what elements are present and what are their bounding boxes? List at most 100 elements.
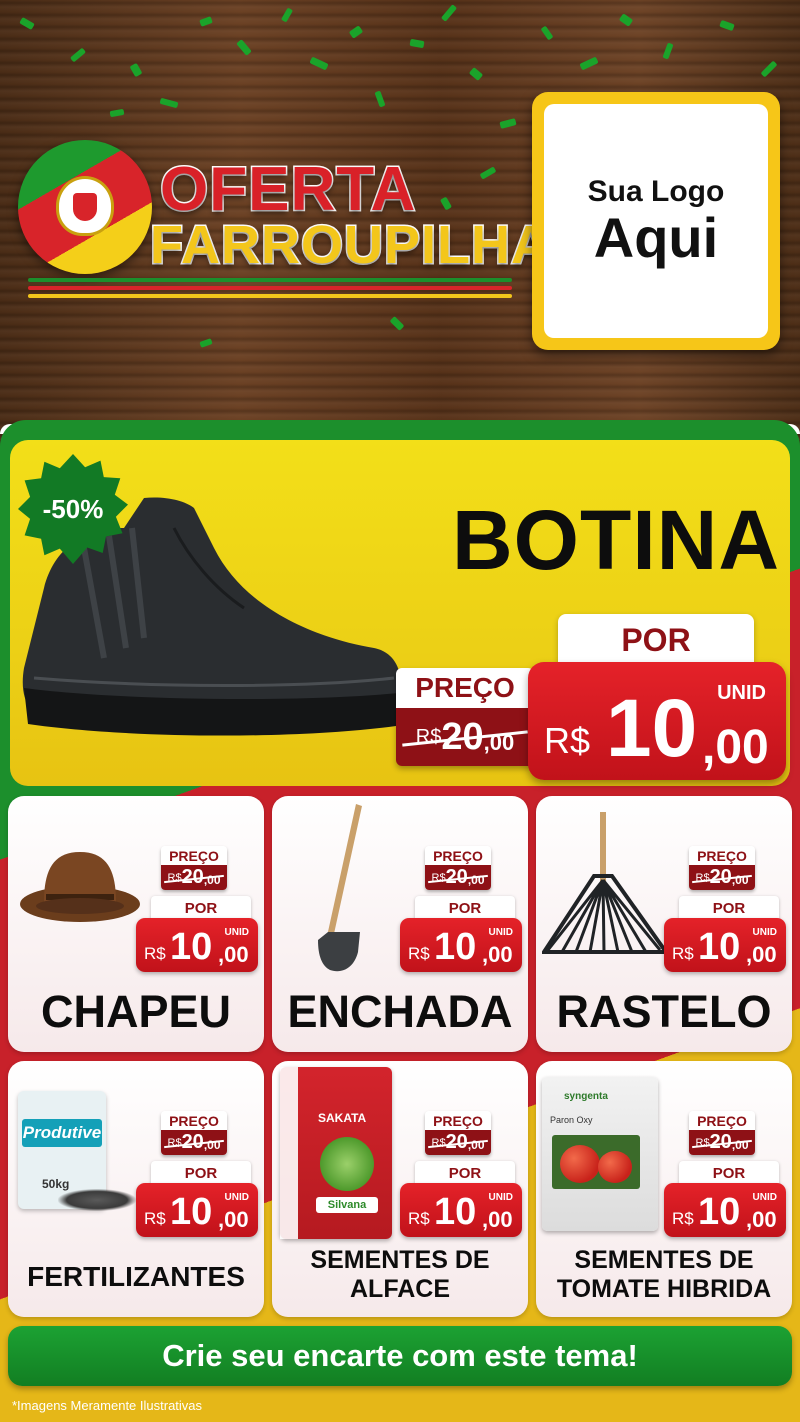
product-card-rastelo[interactable]: PREÇO R$ 20 ,00 POR UNID R$ 10 ,00 RASTE… bbox=[536, 796, 792, 1052]
coat-of-arms-icon bbox=[56, 176, 114, 236]
price-int: 10 bbox=[170, 926, 213, 968]
hero-por-label: POR bbox=[558, 614, 754, 666]
product-card-sementes-alface[interactable]: SAKATA Silvana PREÇO R$ 20 ,00 POR UNID … bbox=[272, 1061, 528, 1317]
confetti bbox=[760, 60, 778, 78]
green-stripe bbox=[28, 278, 512, 282]
price-cents: ,00 bbox=[218, 1207, 249, 1232]
tomato-photo bbox=[552, 1135, 640, 1189]
por-label: POR bbox=[151, 896, 251, 920]
old-price-value: R$ 20 ,00 bbox=[425, 865, 491, 890]
hero-por-text: POR bbox=[621, 621, 691, 658]
price-int: 10 bbox=[434, 926, 477, 968]
disclaimer-text: *Imagens Meramente Ilustrativas bbox=[12, 1398, 203, 1413]
red-stripe bbox=[28, 286, 512, 290]
confetti bbox=[579, 56, 599, 71]
por-label: POR bbox=[415, 896, 515, 920]
rake-icon bbox=[542, 812, 668, 954]
por-label: POR bbox=[679, 896, 779, 920]
tomato-pack-brand: syngenta bbox=[564, 1091, 608, 1102]
product-name-line1: SEMENTES DE bbox=[574, 1246, 754, 1274]
tomato-seed-pack-icon: syngenta Paron Oxy bbox=[542, 1077, 658, 1231]
old-price-box: PREÇO R$ 20 ,00 bbox=[425, 1111, 491, 1155]
wood-header: OFERTA FARROUPILHA Sua Logo Aqui bbox=[0, 0, 800, 440]
unit-label: UNID bbox=[752, 927, 777, 938]
price-cents: ,00 bbox=[482, 942, 513, 967]
seed-pack-variety: Silvana bbox=[316, 1197, 378, 1213]
create-flyer-label: Crie seu encarte com este tema! bbox=[162, 1338, 638, 1373]
por-label: POR bbox=[151, 1161, 251, 1185]
unit-label: UNID bbox=[488, 927, 513, 938]
confetti bbox=[280, 7, 294, 23]
product-name: FERTILIZANTES bbox=[27, 1261, 245, 1292]
product-name: SEMENTES DE TOMATE HIBRIDA bbox=[536, 1246, 792, 1304]
product-card-chapeu[interactable]: PREÇO R$ 20 ,00 POR UNID R$ 10 ,00 CHAPE… bbox=[8, 796, 264, 1052]
confetti bbox=[348, 25, 364, 39]
currency: R$ bbox=[672, 944, 694, 963]
hero-currency: R$ bbox=[544, 720, 591, 761]
hero-price: UNID R$ 10 ,00 bbox=[528, 662, 786, 780]
logo-text-line2: Aqui bbox=[593, 205, 719, 269]
currency: R$ bbox=[144, 944, 166, 963]
product-card-enchada[interactable]: PREÇO R$ 20 ,00 POR UNID R$ 10 ,00 ENCHA… bbox=[272, 796, 528, 1052]
hero-unit-label: UNID bbox=[717, 682, 766, 704]
price-int: 10 bbox=[698, 1191, 741, 1233]
old-price-value: R$ 20 ,00 bbox=[161, 865, 227, 890]
confetti bbox=[309, 56, 329, 71]
price-cents: ,00 bbox=[746, 1207, 777, 1232]
price-box: UNID R$ 10 ,00 bbox=[664, 1183, 786, 1237]
old-price-value: R$ 20 ,00 bbox=[425, 1130, 491, 1155]
hero-price-int: 10 bbox=[606, 683, 698, 774]
price-int: 10 bbox=[170, 1191, 213, 1233]
product-name: RASTELO bbox=[556, 986, 772, 1037]
product-name-line2: ALFACE bbox=[350, 1275, 450, 1303]
hero-old-currency: R$ bbox=[415, 725, 442, 748]
product-name-line1: SEMENTES DE bbox=[310, 1246, 490, 1274]
product-name: SEMENTES DE ALFACE bbox=[272, 1246, 528, 1304]
product-name-line2: TOMATE HIBRIDA bbox=[556, 1275, 772, 1303]
por-label: POR bbox=[679, 1161, 779, 1185]
price-cents: ,00 bbox=[746, 942, 777, 967]
lettuce-icon bbox=[320, 1137, 374, 1191]
yellow-stripe bbox=[28, 294, 512, 298]
unit-label: UNID bbox=[752, 1192, 777, 1203]
price-box: UNID R$ 10 ,00 bbox=[136, 918, 258, 972]
confetti bbox=[618, 13, 634, 27]
currency: R$ bbox=[408, 1209, 430, 1228]
confetti bbox=[236, 39, 252, 56]
seed-pack-icon: SAKATA Silvana bbox=[280, 1067, 392, 1239]
fertilizer-brand: Produtive bbox=[22, 1119, 102, 1147]
preco-label: PREÇO bbox=[161, 846, 227, 865]
unit-label: UNID bbox=[488, 1192, 513, 1203]
confetti bbox=[389, 316, 405, 331]
tomato-icon bbox=[560, 1145, 600, 1183]
hero-old-price-value: R$ 20 ,00 bbox=[396, 708, 534, 766]
product-card-fertilizantes[interactable]: Produtive 50kg PREÇO R$ 20 ,00 POR UNID … bbox=[8, 1061, 264, 1317]
confetti bbox=[719, 19, 735, 32]
hero-old-price: PREÇO R$ 20 ,00 bbox=[396, 668, 534, 766]
old-price-value: R$ 20 ,00 bbox=[689, 1130, 755, 1155]
confetti bbox=[374, 90, 386, 108]
confetti bbox=[69, 47, 87, 63]
hero-product-name: BOTINA bbox=[452, 493, 780, 587]
old-price-box: PREÇO R$ 20 ,00 bbox=[425, 846, 491, 890]
product-card-sementes-tomate[interactable]: syngenta Paron Oxy PREÇO R$ 20 ,00 POR U… bbox=[536, 1061, 792, 1317]
confetti bbox=[440, 4, 458, 22]
logo-placeholder[interactable]: Sua Logo Aqui bbox=[532, 92, 780, 350]
preco-label: PREÇO bbox=[689, 846, 755, 865]
hoe-icon bbox=[318, 804, 362, 972]
price-cents: ,00 bbox=[218, 942, 249, 967]
preco-label: PREÇO bbox=[425, 1111, 491, 1130]
hero-price-cents: ,00 bbox=[702, 721, 769, 774]
confetti bbox=[199, 16, 213, 27]
price-box: UNID R$ 10 ,00 bbox=[400, 918, 522, 972]
preco-label: PREÇO bbox=[689, 1111, 755, 1130]
product-name: ENCHADA bbox=[287, 986, 513, 1037]
old-price-box: PREÇO R$ 20 ,00 bbox=[689, 846, 755, 890]
currency: R$ bbox=[672, 1209, 694, 1228]
tomato-pack-variety: Paron Oxy bbox=[550, 1115, 593, 1125]
pack-side-stripe bbox=[280, 1067, 298, 1239]
confetti bbox=[199, 338, 213, 348]
create-flyer-button[interactable]: Crie seu encarte com este tema! bbox=[8, 1326, 792, 1386]
unit-label: UNID bbox=[224, 1192, 249, 1203]
price-box: UNID R$ 10 ,00 bbox=[664, 918, 786, 972]
